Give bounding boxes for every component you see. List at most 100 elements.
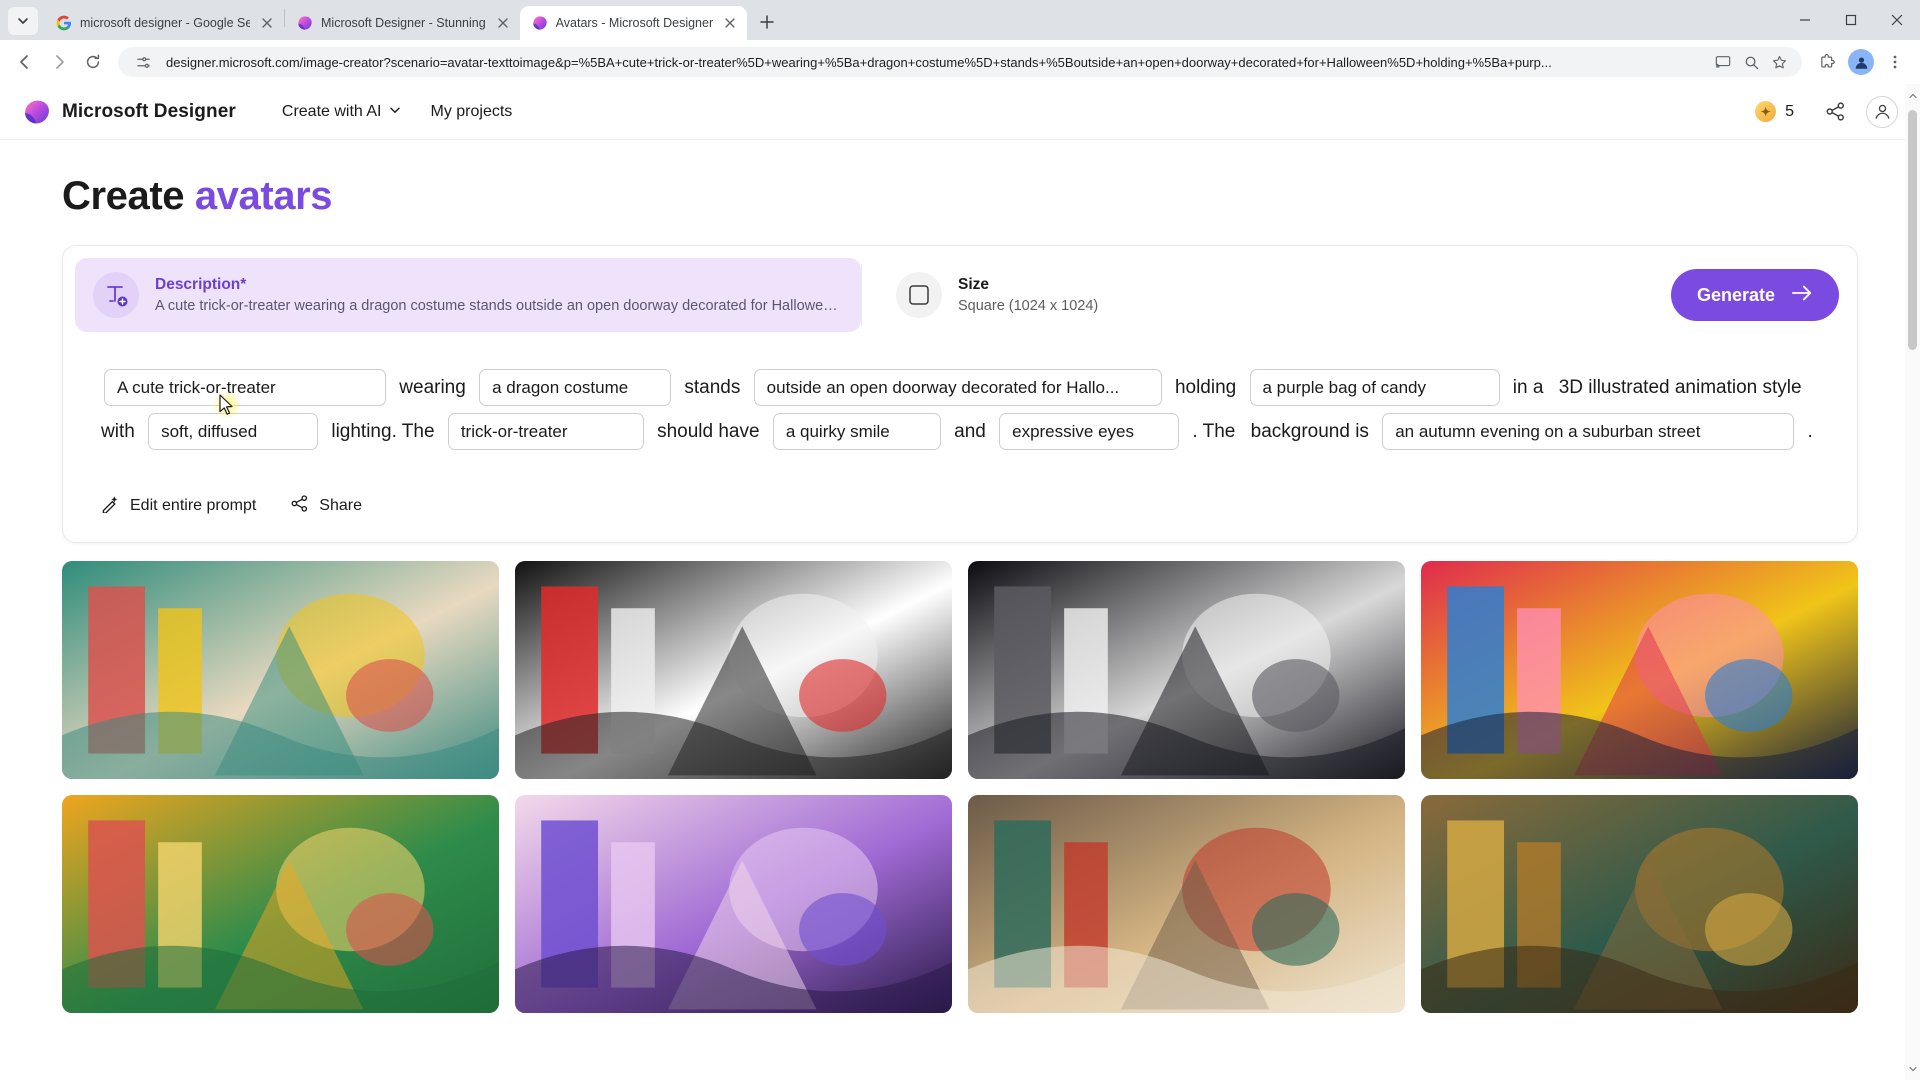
reload-icon[interactable]: [78, 47, 108, 77]
share-icon[interactable]: [1818, 95, 1852, 129]
arrow-right-icon: [1791, 284, 1813, 307]
prompt-text-16: . The: [1192, 421, 1236, 442]
gallery-tile-girl-moon[interactable]: [968, 561, 1405, 779]
prompt-slot-13[interactable]: a quirky smile: [772, 413, 941, 451]
action-label: Share: [319, 497, 362, 514]
brand[interactable]: Microsoft Designer: [24, 99, 236, 125]
new-tab-button[interactable]: [753, 8, 781, 36]
prompt-text-3: stands: [684, 377, 741, 398]
kebab-menu-icon[interactable]: [1880, 47, 1910, 77]
extensions-icon[interactable]: [1812, 47, 1842, 77]
close-icon[interactable]: [1874, 0, 1920, 40]
gallery-tile-gallery-room[interactable]: [968, 795, 1405, 1013]
gallery-tile-autumn-leaves[interactable]: [62, 795, 499, 1013]
generate-button[interactable]: Generate: [1670, 269, 1839, 321]
page-content: Create avatars Description* A cute trick…: [0, 174, 1920, 1013]
tab-close-icon[interactable]: [721, 14, 739, 32]
tab-strip: microsoft designer - Google Se Microsoft…: [0, 0, 1920, 40]
app-header: Microsoft Designer Create with AI My pro…: [0, 84, 1920, 140]
maximize-icon[interactable]: [1828, 0, 1874, 40]
designer-logo-icon: [25, 100, 49, 123]
prompt-builder: A cute trick-or-treater wearing a dragon…: [63, 344, 1857, 454]
prompt-slot-0[interactable]: A cute trick-or-treater: [104, 369, 386, 407]
generate-label: Generate: [1696, 284, 1775, 305]
scroll-up-icon[interactable]: [1905, 88, 1920, 103]
gallery-tile-steampunk-hat[interactable]: [1421, 795, 1858, 1013]
tab-close-icon[interactable]: [258, 14, 276, 32]
prompt-slot-15[interactable]: expressive eyes: [999, 413, 1180, 451]
prompt-text-1: wearing: [399, 377, 466, 398]
tab-title: Microsoft Designer - Stunning: [321, 16, 486, 30]
star-icon[interactable]: [1766, 49, 1792, 75]
size-panel[interactable]: Size Square (1024 x 1024): [862, 246, 1671, 344]
scroll-down-icon[interactable]: [1905, 1061, 1920, 1076]
coin-icon: ✦: [1755, 101, 1777, 122]
square-frame-icon: [896, 272, 942, 318]
brand-name: Microsoft Designer: [62, 100, 236, 122]
url-text[interactable]: designer.microsoft.com/image-creator?sce…: [166, 55, 1700, 70]
scrollbar-thumb[interactable]: [1908, 110, 1917, 350]
google-icon: [56, 15, 71, 31]
gallery-tile-autumn-leaves-art: [62, 795, 499, 1013]
zoom-icon[interactable]: [1738, 49, 1764, 75]
gallery-tile-purple-fairy[interactable]: [515, 795, 952, 1013]
account-icon[interactable]: [1866, 95, 1898, 128]
browser-tab-2[interactable]: Avatars - Microsoft Designer: [519, 6, 748, 40]
browser-tab-0[interactable]: microsoft designer - Google Se: [44, 6, 284, 40]
prompt-slot-6[interactable]: a purple bag of candy: [1249, 369, 1500, 407]
edit-entire-prompt-button[interactable]: Edit entire prompt: [101, 494, 256, 518]
gallery-tile-writing-hand-art: [515, 561, 952, 779]
prompt-text-17: background is: [1250, 421, 1369, 442]
nav-label: Create with AI: [281, 102, 382, 120]
prompt-slot-18[interactable]: an autumn evening on a suburban street: [1382, 413, 1795, 451]
description-value: A cute trick-or-treater wearing a dragon…: [155, 298, 843, 314]
gallery-tile-girl-moon-art: [968, 561, 1405, 779]
gallery-tile-writing-hand[interactable]: [515, 561, 952, 779]
prompt-text-7: in a: [1512, 377, 1544, 398]
page-scrollbar[interactable]: [1905, 84, 1920, 1080]
description-panel[interactable]: Description* A cute trick-or-treater wea…: [75, 258, 861, 332]
credits-badge[interactable]: ✦ 5: [1749, 97, 1804, 126]
browser-toolbar: designer.microsoft.com/image-creator?sce…: [0, 40, 1920, 84]
browser-tab-1[interactable]: Microsoft Designer - Stunning: [285, 6, 520, 40]
prompt-card: Description* A cute trick-or-treater wea…: [62, 245, 1858, 543]
prompt-text-14: and: [954, 421, 986, 442]
page-viewport: Microsoft Designer Create with AI My pro…: [0, 84, 1920, 1080]
avatar: [1848, 49, 1874, 75]
site-settings-icon[interactable]: [130, 49, 156, 75]
prompt-slot-4[interactable]: outside an open doorway decorated for Ha…: [753, 369, 1162, 407]
gallery-tile-popart-face-art: [1421, 561, 1858, 779]
action-label: Edit entire prompt: [130, 497, 257, 514]
gallery-tile-purple-fairy-art: [515, 795, 952, 1013]
prompt-text-12: should have: [657, 421, 760, 442]
gallery-tile-loom-weaving[interactable]: [62, 561, 499, 779]
gallery-tile-popart-face[interactable]: [1421, 561, 1858, 779]
results-gallery: [62, 561, 1858, 1013]
prompt-slot-11[interactable]: trick-or-treater: [447, 413, 644, 451]
tab-close-icon[interactable]: [494, 14, 512, 32]
prompt-slot-2[interactable]: a dragon costume: [479, 369, 672, 407]
description-label: Description*: [155, 276, 247, 293]
tab-title: microsoft designer - Google Se: [80, 16, 250, 30]
forward-arrow-icon[interactable]: [44, 47, 74, 77]
chevron-down-icon: [389, 103, 401, 121]
size-label: Size: [958, 276, 990, 293]
back-arrow-icon[interactable]: [10, 47, 40, 77]
header-actions: ✦ 5: [1749, 95, 1898, 129]
minimize-icon[interactable]: [1782, 0, 1828, 40]
prompt-slot-9[interactable]: soft, diffused: [148, 413, 319, 451]
size-value: Square (1024 x 1024): [958, 298, 1099, 314]
share-icon: [290, 494, 309, 518]
address-bar[interactable]: designer.microsoft.com/image-creator?sce…: [118, 47, 1802, 77]
gallery-tile-gallery-room-art: [968, 795, 1405, 1013]
cast-icon[interactable]: [1710, 49, 1736, 75]
page-title-prefix: Create: [62, 174, 195, 218]
profile-avatar-icon[interactable]: [1846, 47, 1876, 77]
prompt-actions: Edit entire prompt Share: [63, 454, 1857, 542]
nav-my-projects[interactable]: My projects: [419, 96, 525, 128]
prompt-card-header: Description* A cute trick-or-treater wea…: [63, 246, 1857, 344]
tab-search-button[interactable]: [8, 7, 38, 35]
nav-create-with-ai[interactable]: Create with AI: [270, 96, 413, 128]
edit-wand-icon: [101, 494, 120, 518]
share-button[interactable]: Share: [290, 494, 362, 518]
